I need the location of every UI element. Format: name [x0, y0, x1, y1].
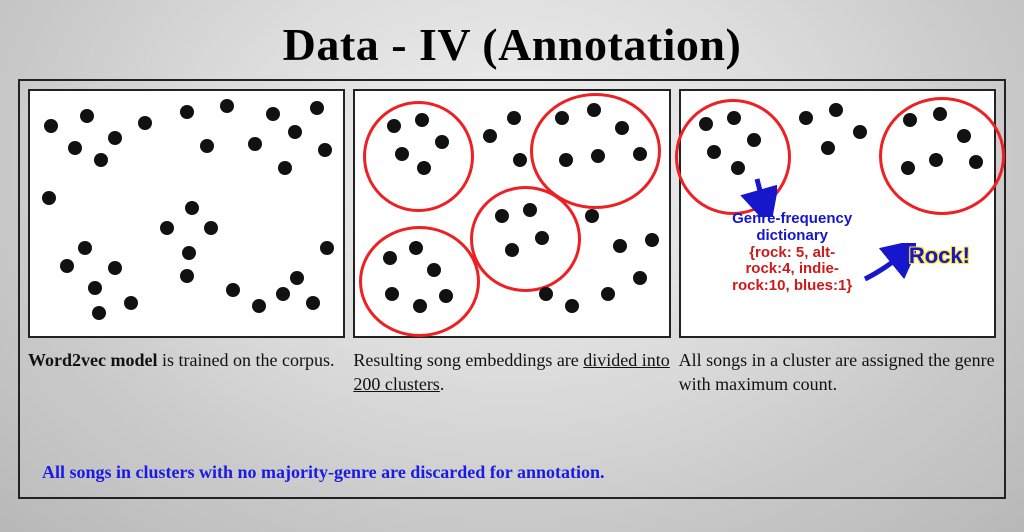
genre-frequency-annotation: Genre-frequency dictionary {rock: 5, alt… [725, 211, 860, 295]
result-label: Rock! [909, 243, 970, 269]
panel-1-figure [28, 89, 345, 338]
content-frame: Word2vec model is trained on the corpus. [18, 79, 1006, 499]
caption-bold: Word2vec model [28, 350, 157, 370]
annotation-body: {rock: 5, alt-rock:4, indie-rock:10, blu… [725, 245, 860, 295]
panel-2-figure [353, 89, 670, 338]
panel-2-caption: Resulting song embeddings are divided in… [353, 348, 670, 397]
panel-1: Word2vec model is trained on the corpus. [28, 89, 345, 397]
panel-3-figure: Genre-frequency dictionary {rock: 5, alt… [679, 89, 996, 338]
arrow-upright-icon [861, 243, 916, 283]
caption-rest: is trained on the corpus. [157, 350, 334, 370]
annotation-title: Genre-frequency dictionary [725, 211, 860, 245]
panel-2: Resulting song embeddings are divided in… [353, 89, 670, 397]
panel-1-caption: Word2vec model is trained on the corpus. [28, 348, 345, 372]
panel-3-caption: All songs in a cluster are assigned the … [679, 348, 996, 397]
panel-3: Genre-frequency dictionary {rock: 5, alt… [679, 89, 996, 397]
panel-row: Word2vec model is trained on the corpus. [28, 89, 996, 397]
footnote: All songs in clusters with no majority-g… [42, 462, 605, 483]
caption-pre: Resulting song embeddings are [353, 350, 583, 370]
slide-title: Data - IV (Annotation) [0, 18, 1024, 71]
caption-post: . [440, 374, 445, 394]
